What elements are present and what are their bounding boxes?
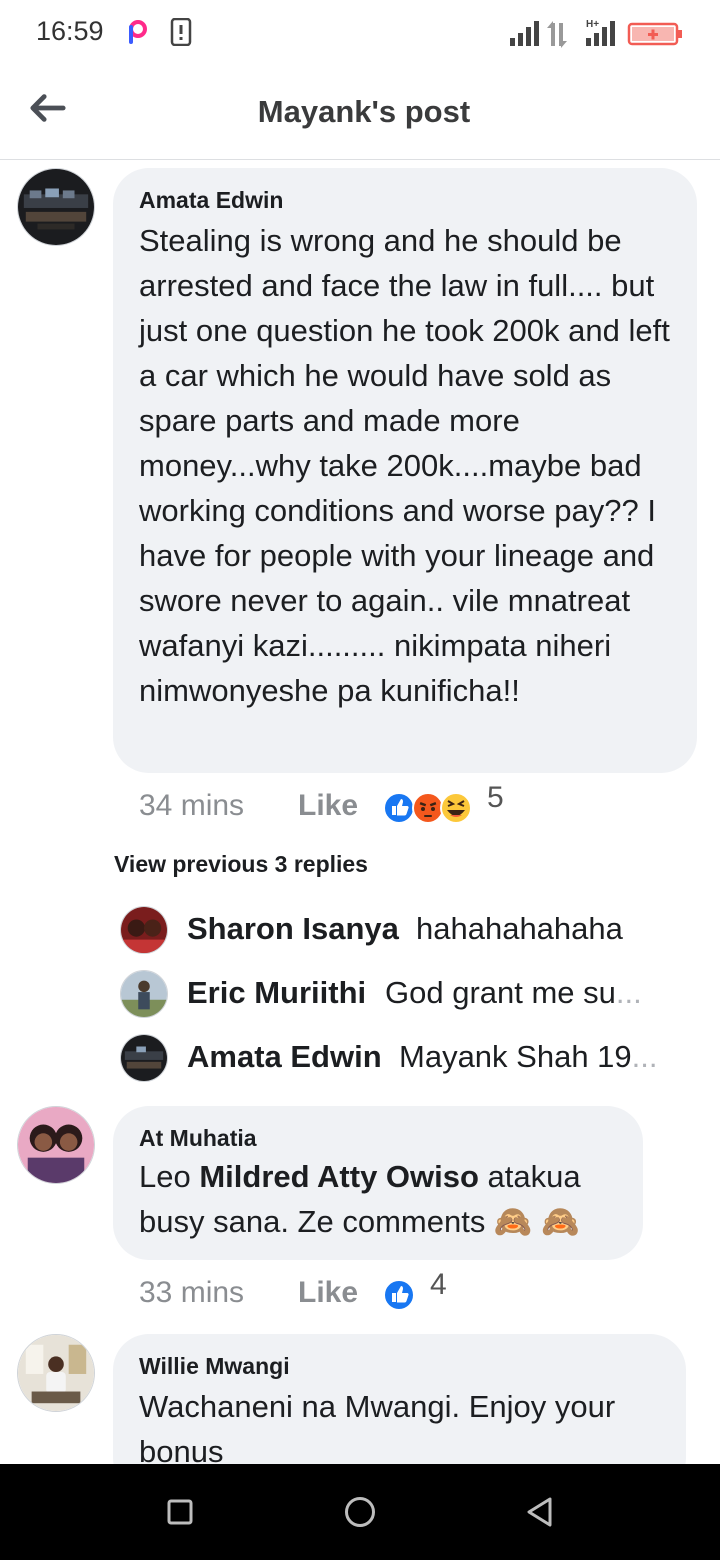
home-button[interactable] bbox=[336, 1488, 384, 1536]
comment-bubble: At Muhatia Leo Mildred Atty Owiso atakua… bbox=[113, 1106, 643, 1260]
h-plus-signal-icon: H+ bbox=[586, 19, 615, 46]
battery-low-icon bbox=[627, 22, 682, 46]
phone-icon bbox=[170, 17, 192, 47]
home-circle-icon bbox=[345, 1497, 375, 1527]
reply-text: Mayank Shah 19... bbox=[399, 1039, 658, 1074]
haha-reaction-icon bbox=[440, 792, 472, 824]
system-back-button[interactable] bbox=[516, 1488, 564, 1536]
reply-author[interactable]: Sharon Isanya bbox=[187, 911, 399, 947]
avatar[interactable] bbox=[17, 1106, 95, 1184]
status-time: 16:59 bbox=[36, 16, 104, 46]
svg-text:H+: H+ bbox=[586, 19, 599, 30]
avatar[interactable] bbox=[17, 1334, 95, 1412]
reply-text: hahahahahaha bbox=[416, 911, 623, 946]
avatar[interactable] bbox=[120, 906, 168, 954]
recents-square-icon bbox=[167, 1499, 193, 1525]
like-button[interactable]: Like bbox=[298, 789, 358, 823]
truncation-ellipsis: ... bbox=[631, 1039, 658, 1074]
comment-author[interactable]: At Muhatia bbox=[139, 1125, 257, 1152]
avatar[interactable] bbox=[17, 168, 95, 246]
reaction-count: 4 bbox=[430, 1268, 447, 1301]
page-title: Mayank's post bbox=[257, 94, 471, 129]
angry-reaction-icon bbox=[412, 792, 444, 824]
signal-icon bbox=[510, 21, 539, 46]
avatar[interactable] bbox=[120, 1034, 168, 1082]
comment-text: Wachaneni na Mwangi. Enjoy your bonus bbox=[139, 1389, 616, 1469]
reaction-count: 5 bbox=[487, 781, 504, 814]
comment-author[interactable]: Amata Edwin bbox=[139, 187, 283, 214]
truncation-ellipsis: ... bbox=[615, 975, 642, 1010]
like-button[interactable]: Like bbox=[298, 1276, 358, 1310]
like-reaction-icon bbox=[383, 792, 415, 824]
reaction-summary[interactable] bbox=[383, 791, 474, 825]
picsart-app-icon bbox=[126, 20, 148, 46]
view-previous-replies-link[interactable]: View previous 3 replies bbox=[114, 851, 368, 878]
mention-link[interactable]: Mildred Atty Owiso bbox=[199, 1159, 479, 1194]
comment-bubble: Amata Edwin Stealing is wrong and he sho… bbox=[113, 168, 697, 773]
reply-row[interactable]: Sharon Isanya hahahahahaha bbox=[120, 906, 680, 954]
comment-author[interactable]: Willie Mwangi bbox=[139, 1353, 290, 1380]
comment-text: Stealing is wrong and he should be arres… bbox=[139, 223, 670, 708]
post-header: Mayank's post bbox=[0, 66, 720, 160]
reply-text: God grant me su... bbox=[385, 975, 642, 1010]
status-icons: H+ bbox=[510, 18, 684, 48]
reaction-summary[interactable] bbox=[383, 1278, 416, 1312]
system-nav-bar bbox=[0, 1464, 720, 1560]
comment-actions: 33 mins Like 4 bbox=[139, 1268, 499, 1316]
data-arrows-icon bbox=[547, 21, 567, 48]
reply-row[interactable]: Eric Muriithi God grant me su... bbox=[120, 970, 680, 1018]
reply-row[interactable]: Amata Edwin Mayank Shah 19... bbox=[120, 1034, 680, 1082]
comment-time: 33 mins bbox=[139, 1276, 245, 1309]
like-reaction-icon bbox=[383, 1279, 415, 1311]
avatar[interactable] bbox=[120, 970, 168, 1018]
comment-text: Leo Mildred Atty Owiso atakua busy sana.… bbox=[139, 1159, 581, 1239]
reply-author[interactable]: Eric Muriithi bbox=[187, 975, 366, 1011]
comment-actions: 34 mins Like 5 bbox=[139, 781, 559, 829]
back-triangle-icon bbox=[527, 1497, 552, 1527]
recents-button[interactable] bbox=[156, 1488, 204, 1536]
reply-author[interactable]: Amata Edwin bbox=[187, 1039, 382, 1075]
status-bar: 16:59 H+ bbox=[0, 0, 720, 66]
comment-time: 34 mins bbox=[139, 789, 245, 822]
